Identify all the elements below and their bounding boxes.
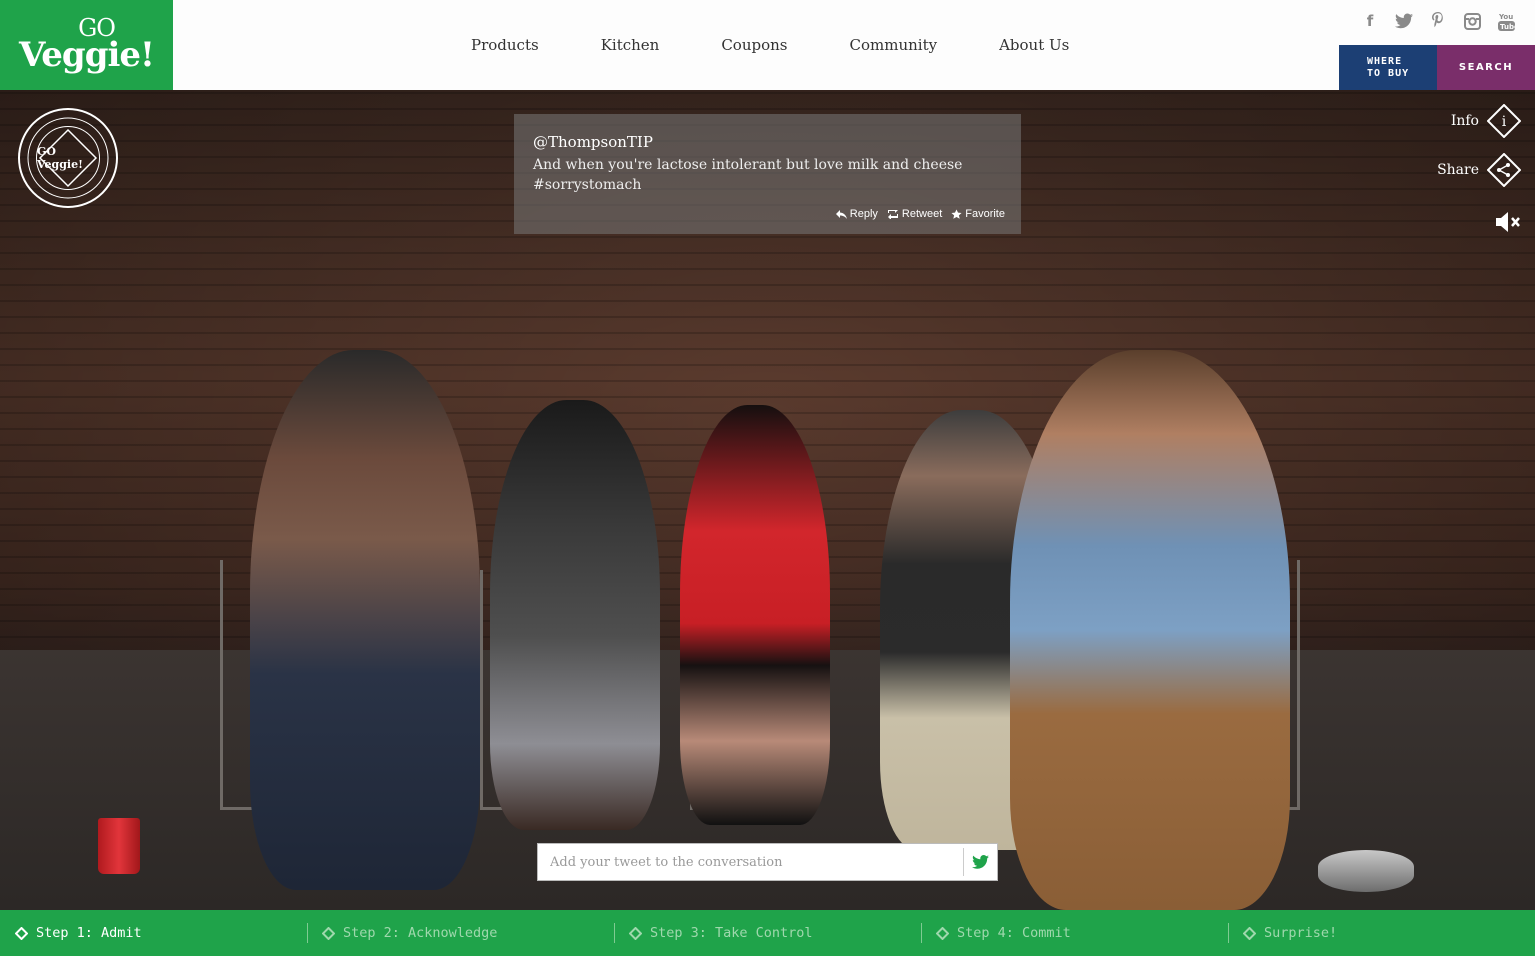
nav-community[interactable]: Community	[850, 36, 938, 54]
red-cup-scenery	[98, 818, 140, 874]
twitter-icon[interactable]	[1395, 10, 1413, 32]
tweet-username[interactable]: @ThompsonTIP	[533, 133, 1003, 151]
share-control[interactable]: Share	[1437, 153, 1521, 187]
where-to-buy-line1: WHERE	[1367, 55, 1403, 67]
lactose-intolerants-anonymous-badge: GO Veggie!	[18, 108, 118, 208]
step-label: Surprise!	[1264, 925, 1338, 941]
person-scenery	[490, 400, 660, 830]
info-icon: i	[1487, 104, 1521, 138]
tweet-card: @ThompsonTIP And when you're lactose int…	[514, 114, 1021, 234]
dog-bowl-scenery	[1318, 850, 1414, 892]
mute-toggle[interactable]	[1495, 210, 1521, 234]
reply-action[interactable]: Reply	[835, 208, 878, 220]
facebook-icon[interactable]: f	[1361, 10, 1379, 32]
instagram-icon[interactable]	[1463, 10, 1481, 32]
svg-text:You: You	[1498, 13, 1513, 21]
tweet-input[interactable]	[538, 844, 963, 880]
person-scenery	[250, 350, 480, 890]
step-acknowledge[interactable]: Step 2: Acknowledge	[307, 910, 614, 956]
step-label: Step 4: Commit	[957, 925, 1071, 941]
tweet-submit-button[interactable]	[963, 848, 997, 876]
logo-veggie: Veggie!	[19, 35, 155, 75]
step-admit[interactable]: Step 1: Admit	[0, 910, 307, 956]
where-to-buy-line2: TO BUY	[1367, 67, 1410, 79]
badge-ring-icon	[27, 117, 109, 199]
favorite-label: Favorite	[965, 208, 1005, 220]
pinterest-icon[interactable]	[1429, 10, 1447, 32]
tweet-composer	[537, 843, 998, 881]
speaker-muted-icon	[1496, 212, 1520, 232]
svg-text:Tube: Tube	[1500, 23, 1515, 31]
tweet-text-line1: And when you're lactose intolerant but l…	[533, 157, 963, 173]
share-label: Share	[1437, 162, 1479, 178]
reply-icon	[835, 209, 847, 219]
star-icon	[951, 208, 962, 219]
nav-about-us[interactable]: About Us	[999, 36, 1069, 54]
nav-products[interactable]: Products	[471, 36, 539, 54]
tweet-actions: Reply Retweet Favorite	[835, 208, 1005, 220]
svg-text:i: i	[1502, 114, 1507, 130]
info-control[interactable]: Info i	[1451, 104, 1521, 138]
site-header: GO Veggie! Products Kitchen Coupons Comm…	[0, 0, 1535, 90]
main-nav: Products Kitchen Coupons Community About…	[440, 36, 1100, 54]
twitter-bird-icon	[972, 855, 989, 869]
favorite-action[interactable]: Favorite	[951, 208, 1005, 220]
where-to-buy-button[interactable]: WHERE TO BUY	[1339, 45, 1437, 90]
info-label: Info	[1450, 113, 1479, 129]
diamond-icon	[322, 926, 335, 940]
diamond-icon	[936, 926, 949, 940]
diamond-icon	[629, 926, 642, 940]
reply-label: Reply	[849, 208, 878, 220]
youtube-icon[interactable]: You Tube	[1497, 10, 1515, 32]
diamond-icon	[1243, 926, 1256, 940]
steps-nav: Step 1: Admit Step 2: Acknowledge Step 3…	[0, 910, 1535, 956]
retweet-action[interactable]: Retweet	[887, 208, 942, 220]
step-label: Step 3: Take Control	[650, 925, 813, 941]
search-button[interactable]: SEARCH	[1437, 45, 1535, 90]
retweet-icon	[887, 209, 898, 219]
share-icon	[1487, 153, 1521, 187]
social-links: f You Tube	[1361, 10, 1515, 32]
video-stage[interactable]: GO Veggie! @ThompsonTIP And when you're …	[0, 90, 1535, 910]
nav-kitchen[interactable]: Kitchen	[601, 36, 660, 54]
step-label: Step 1: Admit	[36, 925, 142, 941]
step-surprise[interactable]: Surprise!	[1228, 910, 1535, 956]
retweet-label: Retweet	[901, 208, 943, 220]
step-commit[interactable]: Step 4: Commit	[921, 910, 1228, 956]
brand-logo[interactable]: GO Veggie!	[0, 0, 173, 90]
step-take-control[interactable]: Step 3: Take Control	[614, 910, 921, 956]
tweet-text-line2: #sorrystomach	[533, 177, 642, 193]
diamond-icon	[15, 926, 28, 940]
nav-coupons[interactable]: Coupons	[721, 36, 787, 54]
person-scenery	[1010, 350, 1290, 910]
step-label: Step 2: Acknowledge	[343, 925, 498, 941]
person-scenery	[680, 405, 830, 825]
